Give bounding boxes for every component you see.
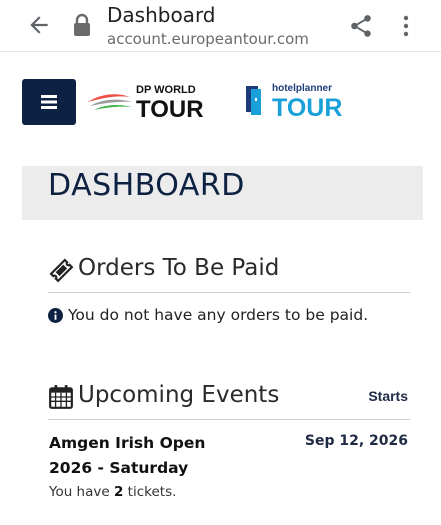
- tickets-count: 2: [113, 484, 124, 500]
- orders-empty-message: You do not have any orders to be paid.: [48, 306, 368, 324]
- browser-url[interactable]: account.europeantour.com: [107, 30, 309, 48]
- lock-icon[interactable]: [72, 13, 92, 37]
- event-tickets-info: You have 2 tickets.: [49, 484, 176, 500]
- back-arrow-icon[interactable]: [26, 12, 52, 38]
- dashboard-header-panel: DASHBOARD: [22, 166, 423, 220]
- share-icon[interactable]: [348, 13, 374, 39]
- calendar-icon: [49, 385, 73, 409]
- svg-text:TOUR: TOUR: [272, 94, 342, 122]
- event-date: Sep 12, 2026: [304, 433, 408, 449]
- svg-text:TOUR: TOUR: [136, 96, 204, 122]
- event-name-link[interactable]: Amgen Irish Open 2026 - Saturday: [49, 431, 239, 481]
- events-title: Upcoming Events: [78, 382, 280, 408]
- tickets-prefix: You have: [49, 484, 114, 500]
- tickets-suffix: tickets.: [123, 484, 177, 500]
- dp-world-tour-logo[interactable]: DP WORLD TOUR: [86, 80, 216, 122]
- orders-message-text: You do not have any orders to be paid.: [68, 306, 369, 324]
- page-title: DASHBOARD: [48, 168, 245, 203]
- info-icon: [48, 307, 63, 323]
- browser-page-title: Dashboard: [107, 3, 216, 27]
- browser-bar: Dashboard account.europeantour.com: [0, 0, 441, 52]
- events-section-header: Upcoming Events Starts: [48, 380, 410, 420]
- orders-title: Orders To Be Paid: [78, 255, 280, 281]
- ticket-icon: [49, 258, 74, 283]
- hamburger-icon: [41, 95, 57, 109]
- menu-button[interactable]: [22, 79, 76, 125]
- svg-text:hotelplanner: hotelplanner: [272, 83, 332, 94]
- more-vert-icon[interactable]: [396, 14, 416, 38]
- starts-column-label: Starts: [368, 388, 408, 404]
- orders-section-header: Orders To Be Paid: [48, 253, 410, 293]
- svg-text:DP WORLD: DP WORLD: [136, 84, 196, 96]
- hotelplanner-tour-logo[interactable]: hotelplanner TOUR: [244, 80, 354, 122]
